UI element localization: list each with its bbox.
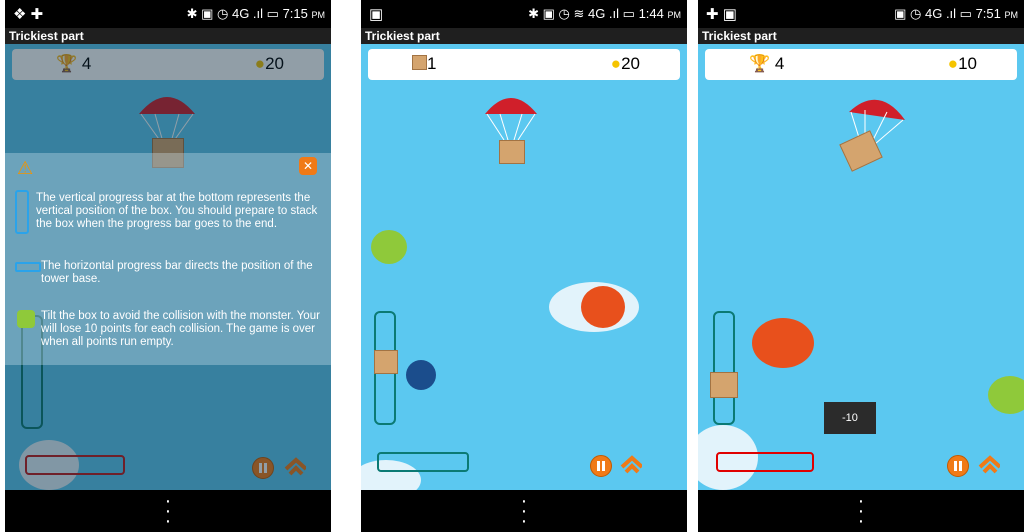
horizontal-bar-icon [15, 262, 41, 272]
bomb [406, 360, 436, 390]
menu-icon[interactable]: · · · [165, 491, 172, 531]
status-right: ▣ ◷ 4G .ıl ▭ 7:51 PM [894, 6, 1019, 21]
help-vertical-text: The vertical progress bar at the bottom … [36, 192, 318, 230]
trophy-value: 4 [774, 54, 785, 73]
status-ampm: PM [311, 10, 326, 20]
score-bar: 🏆 4 ●10 [705, 49, 1017, 80]
status-right: ✱ ▣ ◷ ≋ 4G .ıl ▭ 1:44 PM [528, 6, 682, 21]
coin-icon: ● [947, 54, 959, 73]
pause-icon [597, 461, 600, 471]
vertical-progress-bar [713, 311, 735, 425]
app-title: Trickiest part [698, 28, 1024, 44]
coin-score: ●10 [948, 54, 977, 74]
coin-icon: ● [610, 54, 622, 73]
pause-icon [954, 461, 957, 471]
app-title: Trickiest part [5, 28, 331, 44]
status-right: ✱ ▣ ◷ 4G .ıl ▭ 7:15 PM [186, 6, 326, 21]
trophy-icon: 🏆 [749, 54, 771, 73]
score-bar: 1 ●20 [368, 49, 680, 80]
score-toast: -10 [824, 402, 876, 434]
pause-button[interactable] [590, 455, 612, 477]
coin-value: 20 [621, 54, 640, 73]
crate-score: 1 [412, 54, 436, 74]
close-icon[interactable]: ✕ [299, 157, 317, 175]
warning-icon: ⚠ [17, 158, 34, 178]
screen-3: ✚ ▣ ▣ ◷ 4G .ıl ▭ 7:51 PM Trickiest part … [698, 0, 1024, 532]
vertical-bar-crate [374, 350, 398, 374]
status-bar: ❖ ✚ ✱ ▣ ◷ 4G .ıl ▭ 7:15 PM [5, 0, 331, 28]
nav-bar: · · · [698, 490, 1024, 532]
horizontal-progress-bar [377, 452, 469, 472]
red-monster [752, 318, 814, 368]
screen-1: ❖ ✚ ✱ ▣ ◷ 4G .ıl ▭ 7:15 PM Trickiest par… [5, 0, 331, 532]
app-title: Trickiest part [361, 28, 687, 44]
trophy-score: 🏆 4 [749, 54, 784, 74]
green-monster [988, 376, 1024, 414]
monster-icon [17, 310, 35, 328]
status-time: 7:51 [975, 6, 1001, 21]
vertical-bar-crate [710, 372, 738, 398]
status-bar: ▣ ✱ ▣ ◷ ≋ 4G .ıl ▭ 1:44 PM [361, 0, 687, 28]
pause-button[interactable] [947, 455, 969, 477]
red-monster [581, 286, 625, 328]
home-button[interactable] [620, 455, 642, 475]
crate [499, 140, 525, 164]
status-time: 1:44 [638, 6, 664, 21]
coin-value: 10 [958, 54, 977, 73]
home-button[interactable] [978, 455, 1000, 475]
nav-bar: · · · [361, 490, 687, 532]
green-monster [371, 230, 407, 264]
notification-icons: ❖ ✚ [13, 6, 44, 23]
help-horizontal-text: The horizontal progress bar directs the … [41, 260, 313, 285]
nav-bar: · · · [5, 490, 331, 532]
help-monster-text: Tilt the box to avoid the collision with… [41, 310, 320, 348]
vertical-bar-icon [15, 190, 29, 234]
screen-2: ▣ ✱ ▣ ◷ ≋ 4G .ıl ▭ 1:44 PM Trickiest par… [361, 0, 687, 532]
status-ampm: PM [1004, 10, 1019, 20]
status-bar: ✚ ▣ ▣ ◷ 4G .ıl ▭ 7:51 PM [698, 0, 1024, 28]
menu-icon[interactable]: · · · [858, 491, 865, 531]
horizontal-progress-bar [716, 452, 814, 472]
notification-icons: ✚ ▣ [706, 6, 737, 23]
status-ampm: PM [667, 10, 682, 20]
coin-score: ●20 [611, 54, 640, 74]
status-time: 7:15 [282, 6, 308, 21]
menu-icon[interactable]: · · · [521, 491, 528, 531]
parachute [485, 98, 537, 141]
crate-icon [412, 55, 427, 70]
crate-value: 1 [427, 54, 437, 73]
notification-icons: ▣ [369, 6, 384, 23]
